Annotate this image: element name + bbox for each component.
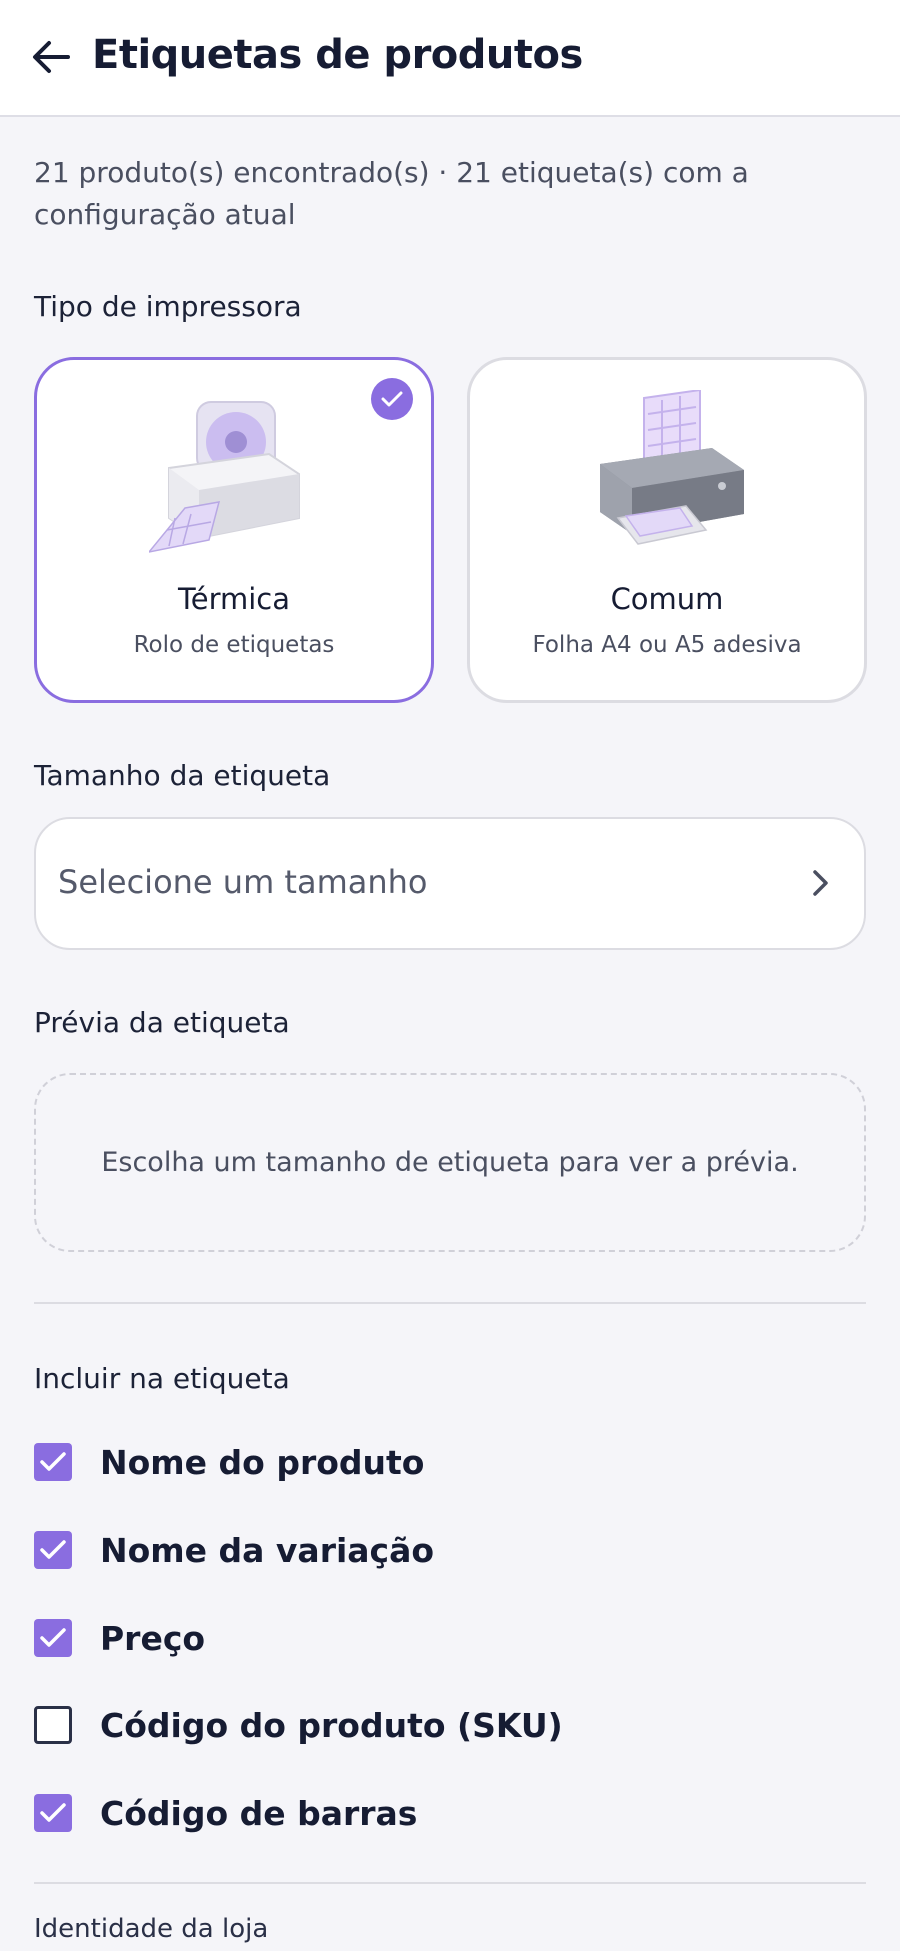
chevron-right-icon: [813, 870, 828, 896]
check-icon: [40, 1452, 66, 1471]
checkbox-label: Preço: [100, 1618, 206, 1658]
checkbox-barcode[interactable]: Código de barras: [34, 1788, 417, 1838]
thermal-option-title: Térmica: [177, 582, 291, 616]
printer-type-label: Tipo de impressora: [34, 290, 302, 323]
label-size-label: Tamanho da etiqueta: [34, 759, 331, 792]
common-option-title: Comum: [610, 582, 724, 616]
checkbox-checked[interactable]: [34, 1619, 72, 1657]
label-size-select[interactable]: Selecione um tamanho: [34, 817, 866, 950]
printer-option-thermal[interactable]: Térmica Rolo de etiquetas: [34, 357, 434, 703]
checkbox-label: Nome do produto: [100, 1442, 425, 1482]
section-divider: [34, 1882, 866, 1884]
page-title: Etiquetas de produtos: [92, 32, 583, 78]
checkbox-label: Código do produto (SKU): [100, 1705, 563, 1745]
checkbox-unchecked[interactable]: [34, 1706, 72, 1744]
label-size-placeholder: Selecione um tamanho: [58, 863, 428, 901]
common-option-subtitle: Folha A4 ou A5 adesiva: [532, 632, 802, 658]
include-label: Incluir na etiqueta: [34, 1362, 290, 1395]
checkbox-sku[interactable]: Código do produto (SKU): [34, 1700, 563, 1750]
checkbox-checked[interactable]: [34, 1443, 72, 1481]
printer-option-common[interactable]: Comum Folha A4 ou A5 adesiva: [467, 357, 867, 703]
back-button[interactable]: [30, 36, 72, 78]
checkbox-price[interactable]: Preço: [34, 1613, 205, 1663]
checkbox-product-name[interactable]: Nome do produto: [34, 1437, 424, 1487]
section-divider: [34, 1302, 866, 1304]
office-printer-icon: [600, 390, 744, 545]
checkbox-label: Nome da variação: [100, 1530, 435, 1570]
thermal-option-subtitle: Rolo de etiquetas: [133, 632, 335, 658]
check-icon: [40, 1540, 66, 1559]
results-summary: 21 produto(s) encontrado(s) · 21 etiquet…: [34, 156, 749, 231]
selected-check-badge: [371, 378, 413, 420]
check-icon: [40, 1803, 66, 1822]
preview-empty-message: Escolha um tamanho de etiqueta para ver …: [101, 1147, 799, 1178]
checkbox-label: Código de barras: [100, 1793, 418, 1833]
arrow-left-icon: [33, 41, 70, 73]
checkbox-checked[interactable]: [34, 1794, 72, 1832]
thermal-printer-icon: [149, 401, 300, 553]
preview-label: Prévia da etiqueta: [34, 1006, 290, 1039]
label-preview-area: Escolha um tamanho de etiqueta para ver …: [34, 1073, 866, 1252]
check-icon: [381, 391, 403, 407]
app-header: Etiquetas de produtos: [0, 0, 900, 117]
checkbox-variation-name[interactable]: Nome da variação: [34, 1525, 434, 1575]
store-identity-label: Identidade da loja: [34, 1914, 269, 1944]
checkbox-checked[interactable]: [34, 1531, 72, 1569]
check-icon: [40, 1628, 66, 1647]
